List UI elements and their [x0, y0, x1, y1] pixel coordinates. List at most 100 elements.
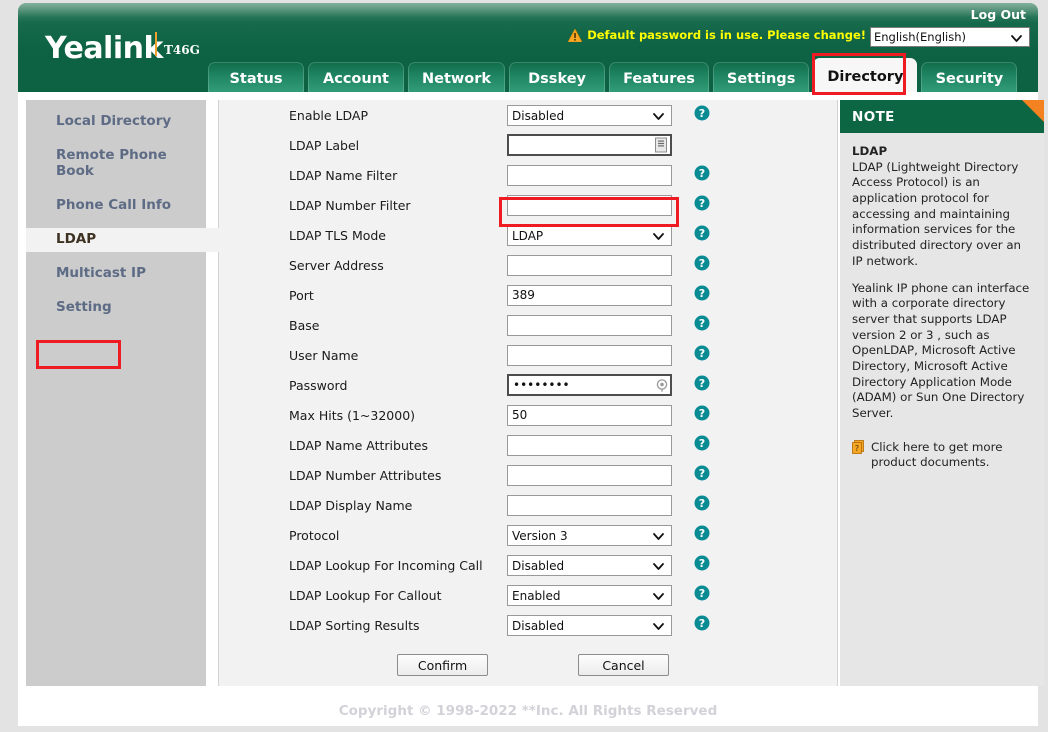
input-ldap-number-attributes[interactable] [507, 464, 672, 486]
field-help-ldap-name-attributes: ? [672, 435, 712, 456]
form-row-ldap-display-name: LDAP Display Name? [219, 490, 837, 520]
cancel-button[interactable]: Cancel [578, 654, 669, 676]
field-control-ldap-tls-mode: LDAPLDAP TLS StartLDAPS [507, 225, 672, 246]
field-label-user-name: User Name [289, 347, 359, 363]
sidebar-item-multicast-ip[interactable]: Multicast IP [26, 262, 206, 286]
language-select[interactable]: English(English) [870, 27, 1030, 47]
select-ldap-lookup-for-incoming-call[interactable]: DisabledEnabled [507, 555, 672, 576]
sidebar-item-ldap[interactable]: LDAP [26, 227, 235, 252]
field-label-port: Port [289, 287, 314, 303]
help-question-icon[interactable]: ? [694, 315, 710, 335]
form-row-enable-ldap: Enable LDAP DisabledEnabled? [219, 100, 837, 130]
field-help-user-name: ? [672, 345, 712, 366]
field-help-base: ? [672, 315, 712, 336]
svg-text:?: ? [699, 227, 705, 240]
input-ldap-number-filter[interactable] [507, 194, 672, 216]
form-row-ldap-lookup-for-incoming-call: LDAP Lookup For Incoming Call DisabledEna… [219, 550, 837, 580]
help-question-icon[interactable]: ? [694, 435, 710, 455]
copyright-text: Copyright © 1998-2022 **Inc. All Rights … [338, 703, 718, 719]
note-paragraph-2: Yealink IP phone can interface with a co… [852, 280, 1030, 421]
help-question-icon[interactable]: ? [694, 585, 710, 605]
sidebar-item-label: LDAP [56, 230, 97, 247]
help-question-icon[interactable]: ? [694, 105, 710, 125]
sidebar-item-local-directory[interactable]: Local Directory [26, 110, 206, 134]
field-control-ldap-sorting-results: DisabledEnabled [507, 615, 672, 636]
help-question-icon[interactable]: ? [694, 225, 710, 245]
tab-security[interactable]: Security [921, 62, 1018, 92]
help-question-icon[interactable]: ? [694, 405, 710, 425]
input-ldap-display-name[interactable] [507, 494, 672, 516]
input-ldap-name-filter[interactable] [507, 164, 672, 186]
field-label-ldap-number-filter: LDAP Number Filter [289, 197, 411, 213]
header-sheen [18, 3, 1038, 17]
tab-directory[interactable]: Directory [813, 58, 918, 92]
field-label-ldap-number-attributes: LDAP Number Attributes [289, 467, 442, 483]
help-question-icon[interactable]: ? [694, 345, 710, 365]
field-label-ldap-lookup-for-callout: LDAP Lookup For Callout [289, 587, 442, 603]
help-question-icon[interactable]: ? [694, 525, 710, 545]
help-question-icon[interactable]: ? [694, 465, 710, 485]
form-row-ldap-lookup-for-callout: LDAP Lookup For Callout DisabledEnabled? [219, 580, 837, 610]
svg-text:?: ? [699, 407, 705, 420]
select-ldap-lookup-for-callout[interactable]: DisabledEnabled [507, 585, 672, 606]
tab-network[interactable]: Network [408, 62, 506, 92]
sidebar: Local Directory Remote Phone Book Phone Ca… [26, 100, 235, 686]
form-button-row: Confirm Cancel [219, 654, 837, 676]
brand-logo: Yealink [45, 31, 163, 66]
field-label-ldap-name-filter: LDAP Name Filter [289, 167, 398, 183]
sidebar-item-phone-call-info[interactable]: Phone Call Info [26, 194, 206, 218]
form-row-max-hits-1-32000: Max Hits (1~32000)? [219, 400, 837, 430]
tab-label: Account [323, 70, 389, 87]
help-question-icon[interactable]: ? [694, 255, 710, 275]
tab-features[interactable]: Features [609, 62, 709, 92]
sidebar-item-remote-phone-book[interactable]: Remote Phone Book [26, 144, 206, 184]
help-question-icon[interactable]: ? [694, 375, 710, 395]
input-max-hits-1-32000[interactable] [507, 404, 672, 426]
select-ldap-tls-mode[interactable]: LDAPLDAP TLS StartLDAPS [507, 225, 672, 246]
svg-text:?: ? [699, 287, 705, 300]
tab-status[interactable]: Status [208, 62, 304, 92]
sidebar-item-setting[interactable]: Setting [26, 296, 206, 320]
confirm-button[interactable]: Confirm [397, 654, 488, 676]
logout-link[interactable]: Log Out [971, 7, 1026, 22]
field-label-ldap-label: LDAP Label [289, 137, 360, 153]
note-doc-link[interactable]: ? Click here to get more product documen… [852, 440, 1034, 471]
tab-dsskey[interactable]: Dsskey [509, 62, 606, 92]
select-enable-ldap[interactable]: DisabledEnabled [507, 105, 672, 126]
help-question-icon[interactable]: ? [694, 615, 710, 635]
help-question-icon[interactable]: ? [694, 195, 710, 215]
input-port[interactable] [507, 284, 672, 306]
field-label-ldap-name-attributes: LDAP Name Attributes [289, 437, 428, 453]
help-question-icon[interactable]: ? [694, 495, 710, 515]
svg-text:?: ? [699, 317, 705, 330]
settings-content-panel: Enable LDAP DisabledEnabled? LDAP Label LDA… [218, 100, 838, 686]
help-question-icon[interactable]: ? [694, 165, 710, 185]
input-base[interactable] [507, 314, 672, 336]
select-protocol[interactable]: Version 2Version 3 [507, 525, 672, 546]
input-password[interactable] [507, 374, 672, 396]
field-label-ldap-display-name: LDAP Display Name [289, 497, 413, 513]
note-title: LDAP [852, 144, 888, 158]
input-user-name[interactable] [507, 344, 672, 366]
field-help-ldap-number-attributes: ? [672, 465, 712, 486]
svg-text:?: ? [699, 257, 705, 270]
input-ldap-label[interactable] [507, 134, 672, 156]
input-ldap-name-attributes[interactable] [507, 434, 672, 456]
input-server-address[interactable] [507, 254, 672, 276]
note-doc-link-text: Click here to get more product documents… [871, 439, 1003, 470]
field-control-ldap-lookup-for-incoming-call: DisabledEnabled [507, 555, 672, 576]
note-panel-header: NOTE [840, 100, 1044, 133]
form-row-server-address: Server Address? [219, 250, 837, 280]
help-question-icon[interactable]: ? [694, 555, 710, 575]
tab-settings[interactable]: Settings [712, 62, 810, 92]
select-ldap-sorting-results[interactable]: DisabledEnabled [507, 615, 672, 636]
field-control-server-address [507, 254, 672, 276]
tab-account[interactable]: Account [308, 62, 404, 92]
sidebar-item-label: Local Directory [56, 113, 172, 129]
field-label-base: Base [289, 317, 320, 333]
svg-text:?: ? [699, 167, 705, 180]
default-password-warning: Default password is in use. Please chang… [568, 28, 866, 42]
form-row-password: Password? [219, 370, 837, 400]
svg-text:?: ? [699, 107, 705, 120]
help-question-icon[interactable]: ? [694, 285, 710, 305]
